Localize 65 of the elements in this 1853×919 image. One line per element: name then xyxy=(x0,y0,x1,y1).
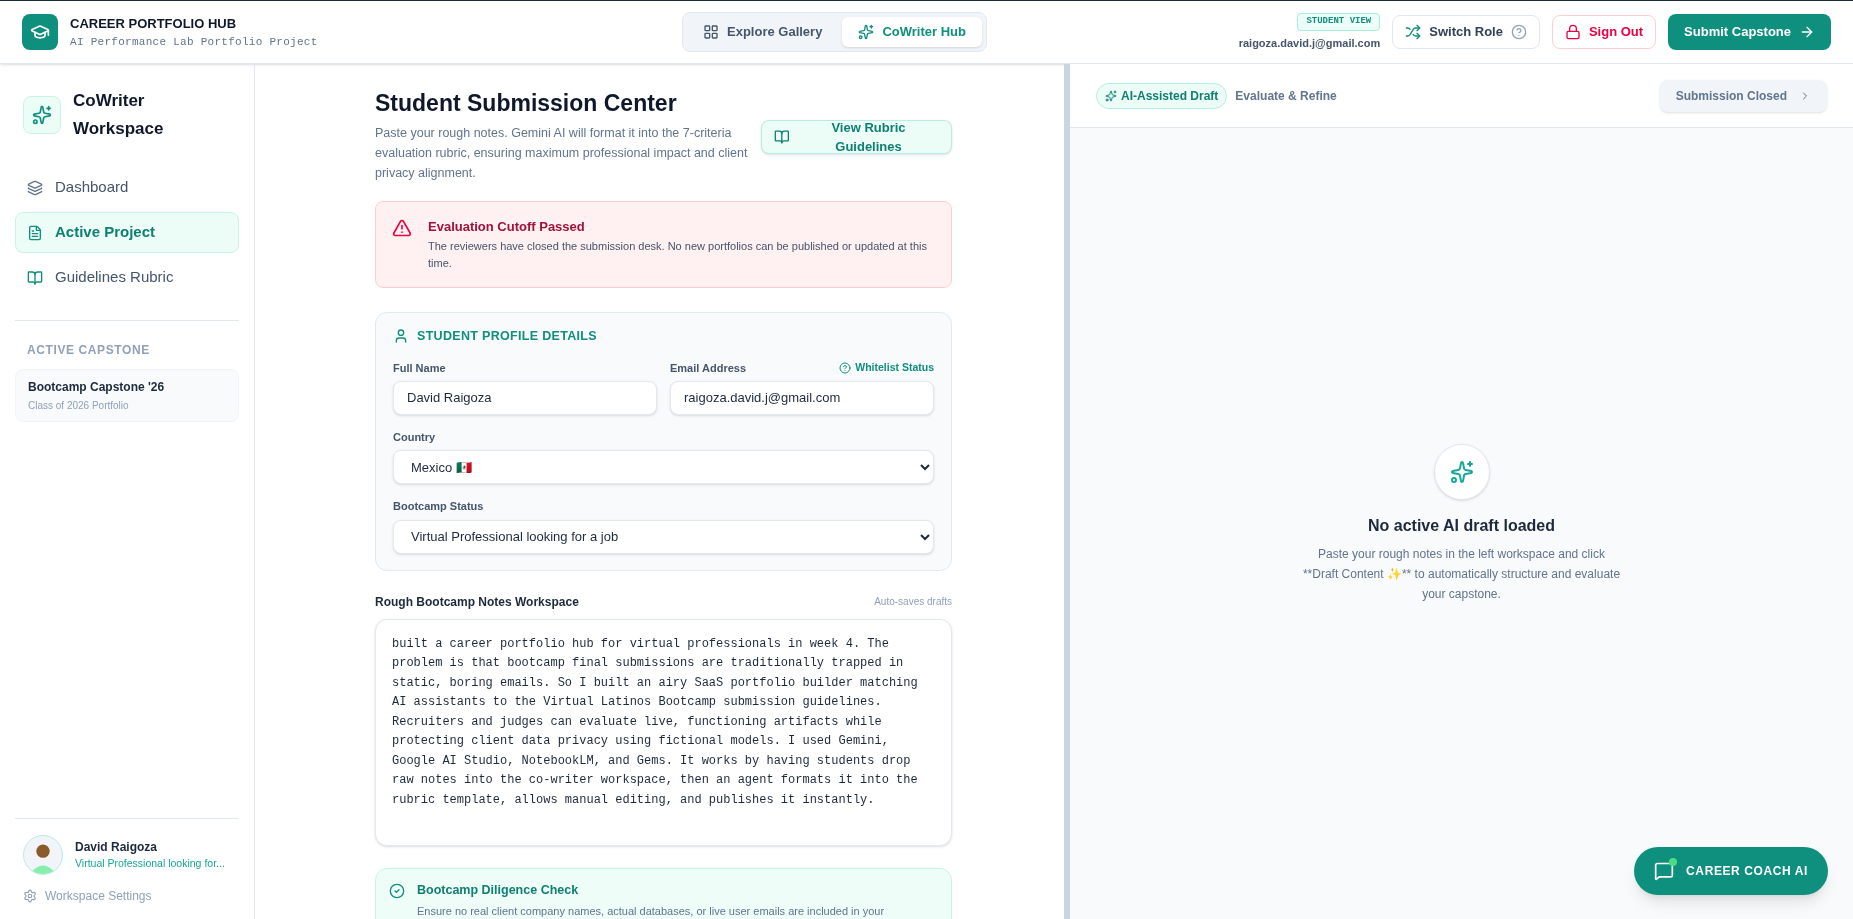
nav-item[interactable]: Guidelines Rubric xyxy=(15,257,239,298)
layers-icon xyxy=(27,179,43,196)
draft-subtitle: Evaluate & Refine xyxy=(1235,87,1337,105)
warning-icon xyxy=(392,217,412,238)
alert-title: Evaluation Cutoff Passed xyxy=(428,217,586,236)
autosave-hint: Auto-saves drafts xyxy=(874,595,952,610)
email-field[interactable]: raigoza.david.j@gmail.com xyxy=(670,380,934,415)
arrow-right-icon xyxy=(1799,24,1815,40)
avatar xyxy=(23,835,63,875)
help-icon xyxy=(1510,24,1527,40)
help-icon xyxy=(839,361,852,374)
sparkles-icon xyxy=(858,24,875,40)
empty-state-message: Paste your rough notes in the left workspace and click **Draft Content ✨** to automatically structure and evaluate your capstone. xyxy=(1301,546,1622,603)
book-icon xyxy=(774,129,791,145)
profile-heading: STUDENT PROFILE DETAILS xyxy=(417,328,597,345)
sparkles-icon xyxy=(1105,89,1117,102)
chat-icon xyxy=(1654,861,1675,881)
nav-item[interactable]: Dashboard xyxy=(15,167,239,208)
document-icon xyxy=(27,224,43,241)
submit-capstone-button[interactable]: Submit Capstone xyxy=(1668,14,1831,50)
grid-icon xyxy=(703,24,719,40)
section-heading: ACTIVE CAPSTONE xyxy=(26,342,151,359)
rubric-guidelines-button[interactable]: View Rubric Guidelines xyxy=(761,120,952,154)
field-label: Email Address xyxy=(670,360,746,376)
sparkles-icon xyxy=(1433,444,1490,500)
nav-item[interactable]: Active Project xyxy=(15,212,239,253)
field-label: Bootcamp Status xyxy=(393,499,485,515)
capstone-subtitle: Class of 2026 Portfolio xyxy=(28,399,130,413)
workspace-title: CoWriter Workspace xyxy=(73,90,165,140)
field-label: Full Name xyxy=(393,360,447,376)
lock-icon xyxy=(1564,24,1581,40)
check-message: Ensure no real client company names, actual databases, or live user emails are included in your xyxy=(417,903,885,919)
whitelist-status-link[interactable]: Whitelist Status xyxy=(839,359,934,376)
page-title: Student Submission Center xyxy=(375,89,678,118)
settings-icon xyxy=(23,889,37,903)
view-tab[interactable]: CoWriter Hub xyxy=(842,17,982,47)
country-select[interactable]: Mexico 🇲🇽 xyxy=(393,450,934,485)
shuffle-icon xyxy=(1405,24,1422,40)
notes-label: Rough Bootcamp Notes Workspace xyxy=(375,593,579,611)
check-title: Bootcamp Diligence Check xyxy=(417,881,580,899)
full-name-field[interactable]: David Raigoza xyxy=(393,380,657,415)
logo-icon xyxy=(22,14,58,50)
user-icon xyxy=(393,328,409,345)
field-label: Country xyxy=(393,429,437,445)
page-description: Paste your rough notes. Gemini AI will format it into the 7-criteria evaluation rubric, ensuring maximum professional impact and client privacy alignment. xyxy=(375,124,749,182)
capstone-title: Bootcamp Capstone '26 xyxy=(28,379,166,396)
sign-out-button[interactable]: Sign Out xyxy=(1551,15,1657,49)
capstone-card[interactable]: Bootcamp Capstone '26 Class of 2026 Portfolio xyxy=(15,369,239,422)
alert-message: The reviewers have closed the submission desk. No new portfolios can be published or updated at this time. xyxy=(428,239,928,271)
check-circle-icon xyxy=(389,882,405,899)
role-badge: STUDENT VIEW xyxy=(1297,13,1381,31)
ai-draft-badge: AI-Assisted Draft xyxy=(1096,82,1228,109)
user-email: raigoza.david.j@gmail.com xyxy=(1238,35,1381,51)
app-title: CAREER PORTFOLIO HUB xyxy=(70,15,238,33)
switch-role-button[interactable]: Switch Role xyxy=(1392,15,1540,49)
notes-field[interactable]: built a career portfolio hub for virtual professionals in week 4. The problem is that bootcamp final submissions are traditionally trapped in static, boring emails. So I built an airy SaaS portfolio builder matching AI assistants to the Virtual Latinos Bootcamp submission guidelines. Recruiters and judges can evaluate live, functioning artifacts while protecting client data privacy using fictional models. I used Gemini, Google AI Studio, NotebookLM, and Gems. It works by having students drop raw notes into the co-writer workspace, then an agent formats it into the rubric template, allows manual editing, and publishes it instantly. xyxy=(375,618,952,846)
career-coach-button[interactable]: CAREER COACH AI xyxy=(1634,847,1828,895)
book-icon xyxy=(27,269,43,286)
user-name: David Raigoza xyxy=(75,839,159,857)
app-subtitle: AI Performance Lab Portfolio Project xyxy=(70,34,318,50)
empty-state-title: No active AI draft loaded xyxy=(1368,516,1555,536)
user-status: Virtual Professional looking for... xyxy=(75,856,225,872)
bootcamp-status-select[interactable]: Virtual Professional looking for a job xyxy=(393,519,934,554)
view-tab[interactable]: Explore Gallery xyxy=(687,17,839,47)
sparkles-icon xyxy=(23,96,61,134)
